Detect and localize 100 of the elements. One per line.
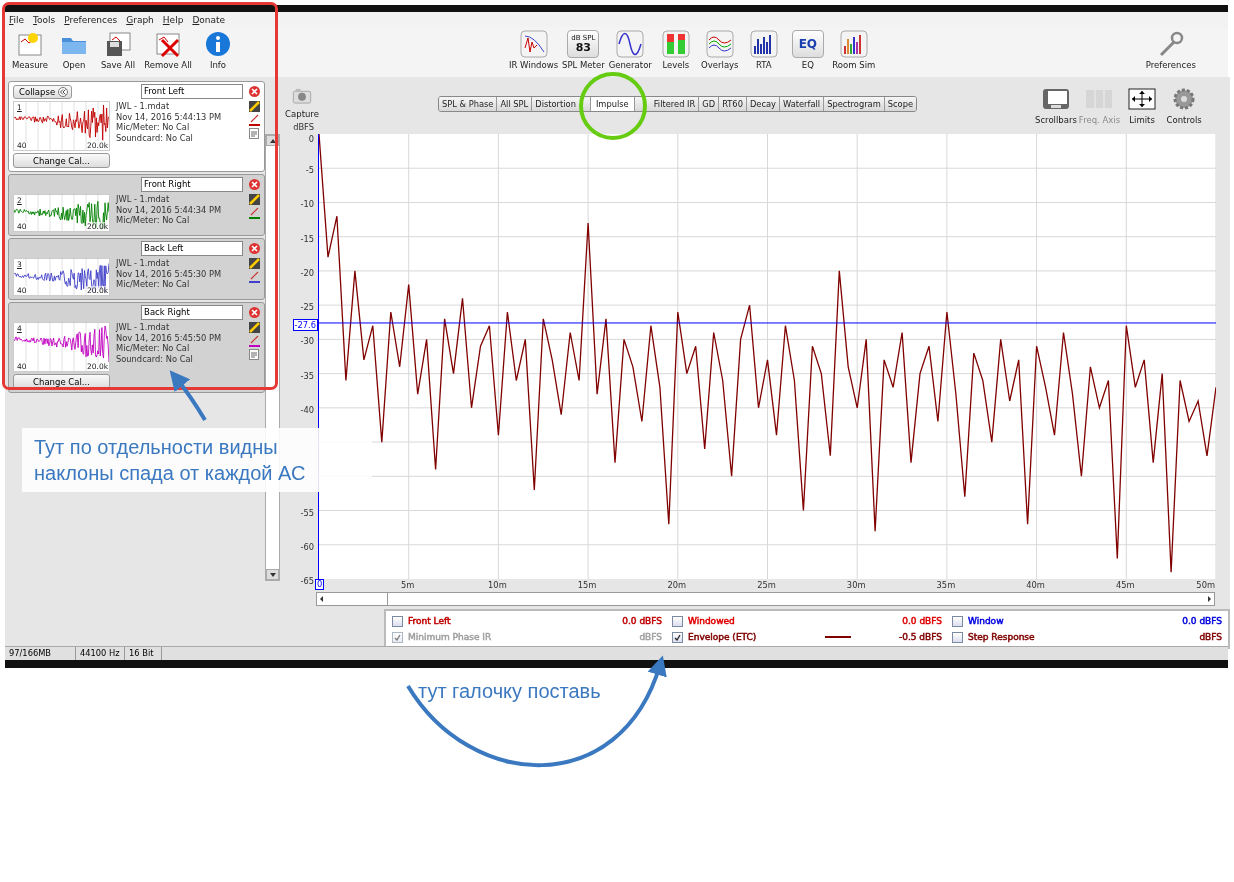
y-tick-label: -25 bbox=[300, 302, 314, 313]
graph-tab[interactable]: Decay bbox=[745, 97, 779, 111]
menu-item[interactable]: File bbox=[9, 14, 25, 25]
checkmark-icon bbox=[394, 633, 401, 641]
legend-checkbox[interactable] bbox=[392, 615, 403, 627]
legend-checkbox[interactable] bbox=[952, 631, 963, 643]
legend-checkbox[interactable] bbox=[672, 615, 683, 627]
level-meters-icon bbox=[661, 30, 690, 58]
graph-tab[interactable]: Scope bbox=[883, 97, 917, 111]
line-color-icon[interactable] bbox=[248, 207, 260, 219]
up-arrow-icon[interactable] bbox=[269, 138, 276, 143]
mic-calibration: Mic/Meter: No Cal bbox=[116, 122, 191, 133]
spectrum-bars-icon bbox=[749, 30, 778, 58]
x-tick-label: 30m bbox=[846, 580, 866, 590]
mic-calibration: Mic/Meter: No Cal bbox=[116, 279, 191, 290]
toolbar-button[interactable]: Overlays bbox=[699, 30, 740, 70]
legend-checkbox[interactable] bbox=[952, 615, 963, 627]
toolbar-button[interactable]: Levels bbox=[655, 30, 696, 70]
graph-tab[interactable]: Filtered IR bbox=[633, 97, 699, 111]
color-bars-icon bbox=[839, 30, 868, 58]
menu-item[interactable]: Donate bbox=[192, 14, 226, 25]
file-name: JWL - 1.mdat bbox=[116, 258, 171, 269]
y-tick-label: -15 bbox=[300, 233, 314, 244]
graph-tool-button[interactable]: Scrollbars bbox=[1035, 85, 1077, 125]
graph-tab[interactable]: SPL & Phase bbox=[439, 97, 497, 111]
annotation-text: Тут по отдельности видны наклоны спада от каждой АС bbox=[22, 428, 372, 492]
name-field[interactable]: Front Right bbox=[141, 177, 244, 192]
checkmark-icon bbox=[674, 633, 681, 641]
ruler-pencil-icon[interactable] bbox=[248, 258, 260, 269]
toolbar-button[interactable]: Open bbox=[55, 30, 93, 70]
sine-wave-icon bbox=[616, 30, 645, 58]
toolbar-button[interactable]: Room Sim bbox=[831, 30, 876, 70]
toolbar-button[interactable]: Measure bbox=[11, 30, 49, 70]
line-color-icon[interactable] bbox=[248, 335, 260, 347]
name-field[interactable]: Back Left bbox=[141, 241, 244, 256]
graph-tab[interactable]: RT60 bbox=[718, 97, 746, 111]
annotation-text: тут галочку поставь bbox=[418, 680, 601, 703]
graph-tool-button[interactable]: Controls bbox=[1164, 85, 1205, 125]
menu-item[interactable]: Preferences bbox=[64, 14, 118, 25]
ruler-pencil-icon[interactable] bbox=[248, 322, 260, 333]
toolbar-button[interactable]: Info bbox=[199, 30, 237, 70]
menu-item[interactable]: Graph bbox=[126, 14, 154, 25]
ruler-pencil-icon[interactable] bbox=[248, 194, 260, 205]
close-icon[interactable] bbox=[249, 243, 261, 254]
capture-button[interactable]: Capture bbox=[282, 85, 322, 119]
name-field[interactable]: Front Left bbox=[141, 84, 244, 99]
measurement-date: Nov 14, 2016 5:45:50 PM bbox=[116, 332, 223, 343]
y-tick-label: 0 bbox=[308, 134, 314, 144]
impulse-graph-icon bbox=[519, 30, 548, 58]
document-icon[interactable] bbox=[249, 349, 260, 360]
toolbar-button[interactable]: Generator bbox=[608, 30, 652, 70]
x-tick-label: 15m bbox=[577, 580, 597, 590]
legend-label: Windowed bbox=[688, 616, 735, 626]
toolbar-button[interactable]: EQ EQ bbox=[787, 30, 828, 70]
y-tick-label: -60 bbox=[300, 541, 314, 552]
file-name: JWL - 1.mdat bbox=[116, 194, 171, 205]
graph-tab[interactable]: Impulse bbox=[589, 97, 634, 111]
down-arrow-icon[interactable] bbox=[269, 572, 276, 577]
menu-item[interactable]: Tools bbox=[33, 14, 56, 25]
line-color-icon[interactable] bbox=[248, 114, 260, 126]
legend-label: Envelope (ETC) bbox=[688, 632, 757, 642]
document-icon[interactable] bbox=[249, 128, 260, 139]
toolbar-button[interactable]: Save All bbox=[99, 30, 137, 70]
x-tick-label: 40m bbox=[1026, 580, 1045, 590]
mic-calibration: Mic/Meter: No Cal bbox=[116, 215, 191, 226]
soundcard-calibration: Soundcard: No Cal bbox=[116, 353, 194, 364]
graph-tab[interactable]: Distortion bbox=[531, 97, 590, 111]
close-icon[interactable] bbox=[249, 86, 261, 97]
soundcard-calibration: Soundcard: No Cal bbox=[116, 132, 194, 143]
x-tick-label: 50m bbox=[1196, 580, 1215, 590]
close-icon[interactable] bbox=[249, 307, 261, 318]
ruler-pencil-icon[interactable] bbox=[248, 101, 260, 112]
line-sample bbox=[824, 636, 851, 638]
menu-item[interactable]: Help bbox=[162, 14, 184, 25]
name-field[interactable]: Back Right bbox=[141, 305, 244, 320]
horizontal-scrollbar[interactable] bbox=[316, 592, 1215, 606]
graph-tab[interactable]: Spectrogram bbox=[823, 97, 884, 111]
collapse-button[interactable]: Collapse bbox=[13, 84, 73, 99]
legend-label: Minimum Phase IR bbox=[408, 632, 492, 642]
x-tick-label: 45m bbox=[1116, 580, 1135, 590]
line-color-icon[interactable] bbox=[248, 271, 260, 283]
graph-tab[interactable]: Waterfall bbox=[779, 97, 824, 111]
legend-label: Front Left bbox=[408, 616, 451, 626]
graph-tab[interactable]: All SPL bbox=[496, 97, 532, 111]
close-icon[interactable] bbox=[249, 179, 261, 190]
change-calibration-button[interactable]: Change Cal... bbox=[13, 153, 110, 168]
legend-reading: 0.0 dBFS bbox=[1182, 616, 1222, 626]
toolbar-button[interactable]: IR Windows bbox=[509, 30, 559, 70]
measurement-date: Nov 14, 2016 5:44:13 PM bbox=[116, 111, 223, 122]
legend-checkbox[interactable] bbox=[672, 631, 683, 643]
y-tick-label: -35 bbox=[300, 370, 314, 381]
file-name: JWL - 1.mdat bbox=[116, 322, 171, 333]
preferences-button[interactable]: Preferences bbox=[1145, 30, 1196, 70]
graph-tool-button[interactable]: Limits bbox=[1122, 85, 1163, 125]
x-tick-label: 5m bbox=[401, 580, 415, 590]
double-chevron-icon bbox=[58, 86, 69, 97]
annotation-arrow bbox=[169, 370, 207, 422]
graph-tab[interactable]: GD bbox=[698, 97, 719, 111]
toolbar-button[interactable]: Remove All bbox=[143, 30, 193, 70]
toolbar-button[interactable]: RTA bbox=[743, 30, 784, 70]
